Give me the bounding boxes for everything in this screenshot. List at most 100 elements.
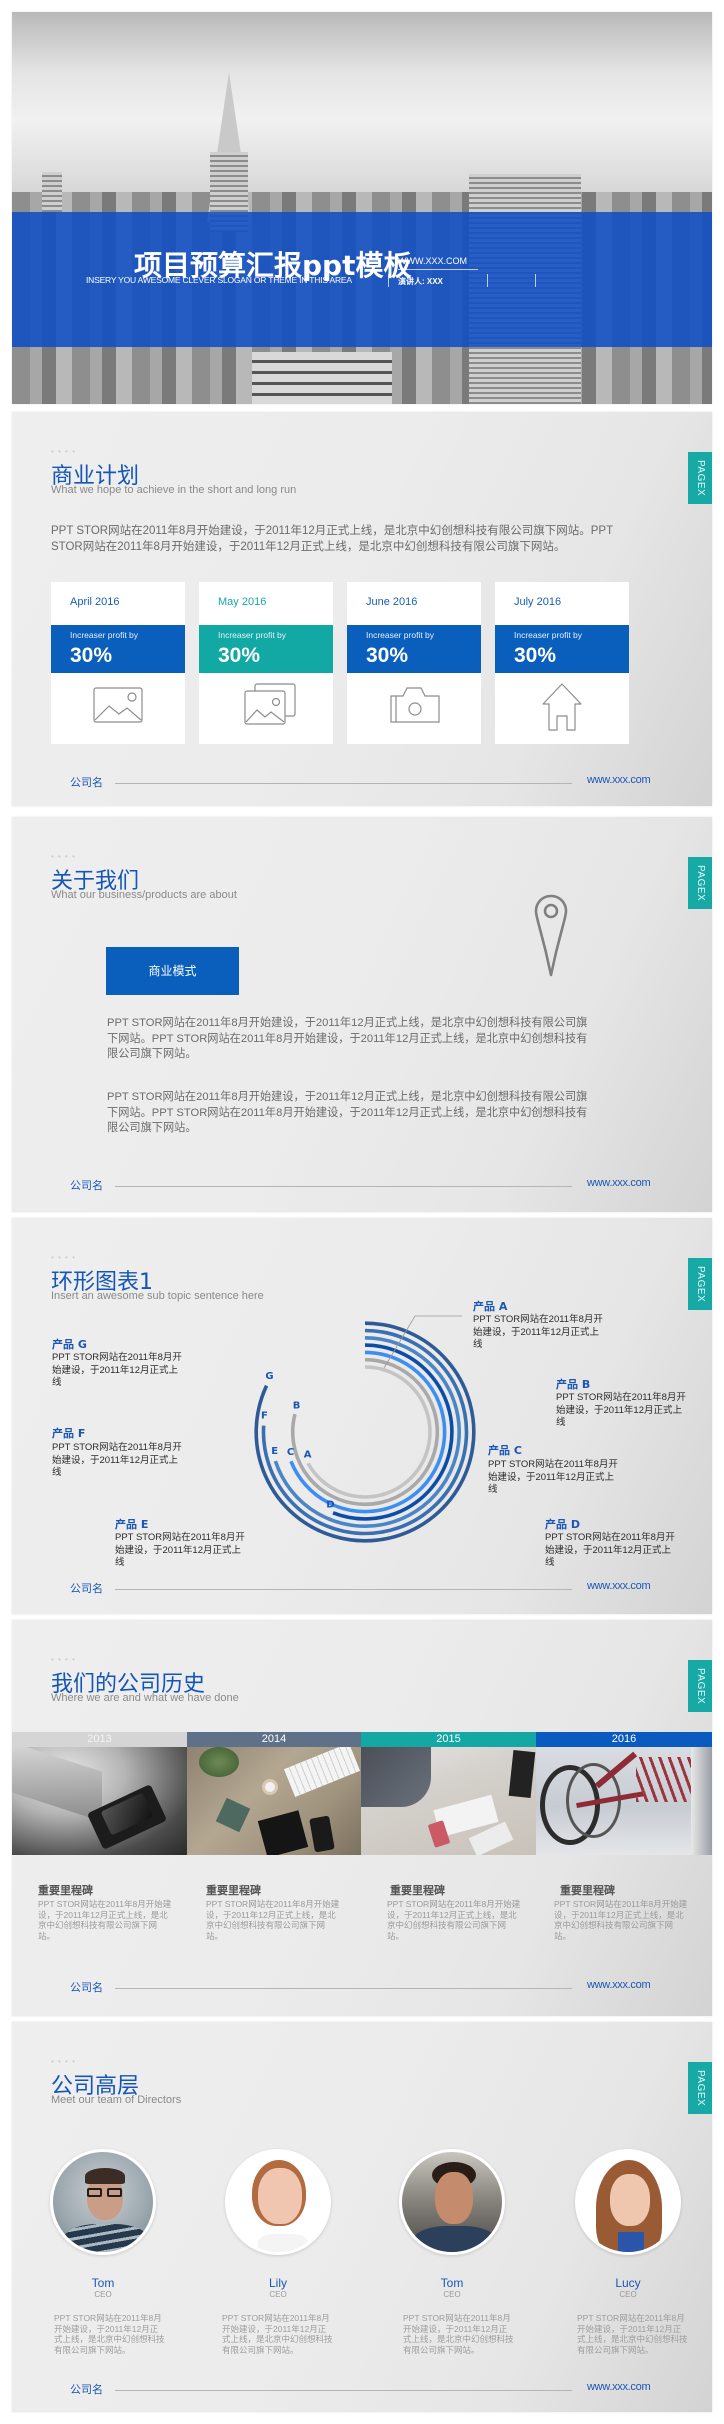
page-tab[interactable]: PAGEX [688,1660,712,1712]
card-value: 30% [514,644,557,667]
milestone-text: PPT STOR网站在2011年8月开始建设，于2011年12月正式上线，是北京… [38,1899,172,1941]
product-a-text: PPT STOR网站在2011年8月开始建设，于2011年12月正式上线 [473,1314,603,1350]
card-band: Increaser profit by 30% [495,625,629,673]
member-desc: PPT STOR网站在2011年8月开始建设，于2011年12月正式上线，是北京… [403,2313,514,2355]
card-band: Increaser profit by 30% [347,625,481,673]
card-band: Increaser profit by 30% [199,625,333,673]
card-value: 30% [218,644,261,667]
card-label: Increaser profit by [70,630,139,640]
year-label: 2016 [536,1732,712,1747]
card-value: 30% [70,644,113,667]
footer-divider [115,1589,572,1590]
divider [388,274,389,287]
low-building-shape [252,352,392,404]
footer-url[interactable]: www.xxx.com [587,2381,651,2393]
month-card: July 2016 Increaser profit by 30% [495,582,629,744]
avatar [50,2149,156,2255]
ring-arc-g [254,1321,476,1543]
year-label: 2015 [361,1732,536,1747]
avatar [575,2149,681,2255]
avatar [225,2149,331,2255]
card-label: Increaser profit by [514,630,583,640]
decor-dots: • • • • [51,852,76,861]
card-value: 30% [366,644,409,667]
member-role: CEO [269,2290,287,2299]
card-label: Increaser profit by [218,630,287,640]
milestone-text: PPT STOR网站在2011年8月开始建设，于2011年12月正式上线，是北京… [387,1899,521,1941]
cover-website[interactable]: WWW.XXX.COM [398,256,467,266]
page-tab[interactable]: PAGEX [688,452,712,504]
footer-company: 公司名 [70,1180,103,1192]
footer-company: 公司名 [70,1982,103,1994]
member-name: Tom [440,2276,464,2290]
page-tab[interactable]: PAGEX [688,2062,712,2114]
product-f-text: PPT STOR网站在2011年8月开始建设，于2011年12月正式上线 [52,1442,182,1478]
ring-label-g: G [265,1371,273,1382]
cover-speaker: 演讲人: XXX [398,277,443,286]
page-tab[interactable]: PAGEX [688,857,712,909]
product-b-text: PPT STOR网站在2011年8月开始建设，于2011年12月正式上线 [556,1392,686,1428]
footer-divider [115,1186,572,1187]
month-card: May 2016 Increaser profit by 30% [199,582,333,744]
team-slide: • • • • 公司高层 Meet our team of Directors … [12,2022,712,2412]
slide-subtitle: Meet our team of Directors [51,2094,182,2106]
footer-divider [115,783,572,784]
footer-url[interactable]: www.xxx.com [587,1979,651,1991]
footer-divider [115,1988,572,1989]
divider [535,274,536,287]
footer-company: 公司名 [70,1583,103,1595]
divider [487,274,488,287]
slide-subtitle: What we hope to achieve in the short and… [51,484,297,496]
month-card: April 2016 Increaser profit by 30% [51,582,185,744]
timeline-column: 2014 [187,1732,361,1855]
bicycles-photo [536,1747,712,1855]
about-paragraph: PPT STOR网站在2011年8月开始建设，于2011年12月正式上线，是北京… [107,1017,588,1060]
product-a-title: 产品 A [473,1300,508,1313]
product-c-title: 产品 C [488,1444,522,1457]
product-d-text: PPT STOR网站在2011年8月开始建设，于2011年12月正式上线 [545,1532,675,1568]
image-icon [93,687,143,723]
member-role: CEO [619,2290,637,2299]
product-g-text: PPT STOR网站在2011年8月开始建设，于2011年12月正式上线 [52,1352,182,1388]
member-name: Lily [268,2276,287,2290]
slide-subtitle: What our business/products are about [51,889,237,901]
milestone-title: 重要里程碑 [38,1884,93,1897]
divider [398,269,478,270]
card-band: Increaser profit by 30% [51,625,185,673]
month-card: June 2016 Increaser profit by 30% [347,582,481,744]
year-label: 2013 [12,1732,187,1747]
business-model-button[interactable]: 商业模式 [106,947,239,995]
member-desc: PPT STOR网站在2011年8月开始建设，于2011年12月正式上线，是北京… [54,2313,165,2355]
ring-label-a: A [304,1450,312,1461]
product-c-text: PPT STOR网站在2011年8月开始建设，于2011年12月正式上线 [488,1459,618,1495]
images-icon [244,683,296,725]
footer-url[interactable]: www.xxx.com [587,1580,651,1592]
product-e-text: PPT STOR网站在2011年8月开始建设，于2011年12月正式上线 [115,1532,245,1568]
card-label: Increaser profit by [366,630,435,640]
decor-dots: • • • • [51,1655,76,1664]
footer-url[interactable]: www.xxx.com [587,1177,651,1189]
location-pin-icon [534,894,568,977]
card-month: April 2016 [70,596,120,608]
member-desc: PPT STOR网站在2011年8月开始建设，于2011年12月正式上线，是北京… [222,2313,333,2355]
product-b-title: 产品 B [556,1378,591,1391]
ring-arc-b [290,1357,440,1507]
history-slide: • • • • 我们的公司历史 Where we are and what we… [12,1620,712,2016]
milestone-text: PPT STOR网站在2011年8月开始建设，于2011年12月正式上线，是北京… [206,1899,340,1941]
footer-url[interactable]: www.xxx.com [587,774,651,786]
footer-divider [115,2390,572,2391]
desk-keyboard-photo [187,1747,361,1855]
camera-icon [390,687,440,723]
ring-arc-a [306,1365,432,1499]
milestone-text: PPT STOR网站在2011年8月开始建设，于2011年12月正式上线，是北京… [554,1899,688,1941]
footer-company: 公司名 [70,777,103,789]
product-e-title: 产品 E [115,1518,149,1531]
home-icon [542,683,582,731]
card-month: May 2016 [218,596,267,608]
member-desc: PPT STOR网站在2011年8月开始建设，于2011年12月正式上线，是北京… [577,2313,688,2355]
about-slide: • • • • 关于我们 What our business/products … [12,817,712,1212]
milestone-title: 重要里程碑 [206,1884,261,1897]
business-plan-slide: • • • • 商业计划 What we hope to achieve in … [12,412,712,806]
cover-slogan: INSERY YOU AWESOME CLEVER SLOGAN OR THEM… [86,275,352,285]
distant-building-shape [42,172,62,212]
